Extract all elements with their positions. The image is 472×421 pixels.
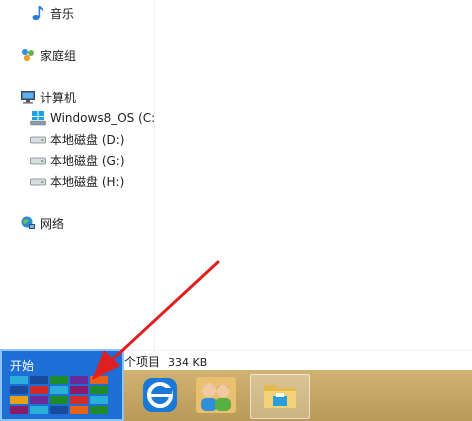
network-icon	[20, 215, 36, 231]
start-button[interactable]: 开始	[0, 349, 124, 421]
nav-label-drive-c: Windows8_OS (C:)	[50, 111, 160, 125]
hard-drive-icon	[30, 152, 46, 168]
nav-item-network[interactable]: 网络	[20, 213, 64, 233]
file-explorer-icon	[262, 379, 298, 414]
nav-item-drive-d[interactable]: 本地磁盘 (D:)	[30, 129, 124, 149]
homegroup-icon	[20, 47, 36, 63]
nav-item-homegroup[interactable]: 家庭组	[20, 45, 76, 65]
nav-item-computer[interactable]: 计算机	[20, 87, 76, 107]
status-item-count: 个项目	[124, 355, 161, 369]
nav-item-drive-c[interactable]: Windows8_OS (C:)	[30, 108, 160, 128]
nav-label-computer: 计算机	[40, 90, 77, 105]
nav-item-drive-g[interactable]: 本地磁盘 (G:)	[30, 150, 125, 170]
nav-label-drive-h: 本地磁盘 (H:)	[50, 174, 125, 189]
taskbar-people-button[interactable]	[186, 374, 246, 419]
status-text: 个项目 334 KB	[124, 353, 207, 370]
taskbar-explorer-button[interactable]	[250, 374, 310, 419]
navigation-pane: 音乐 家庭组 计算机 Windows8_OS (C:) 本地磁盘 (D:) 本地…	[0, 0, 160, 350]
status-size: 334 KB	[168, 356, 208, 369]
hard-drive-icon	[30, 131, 46, 147]
nav-label-network: 网络	[40, 216, 65, 231]
start-label: 开始	[10, 359, 35, 373]
nav-label-drive-d: 本地磁盘 (D:)	[50, 132, 125, 147]
internet-explorer-icon	[140, 375, 180, 418]
nav-item-drive-h[interactable]: 本地磁盘 (H:)	[30, 171, 124, 191]
people-icon	[194, 375, 238, 418]
nav-item-music[interactable]: 音乐	[30, 3, 74, 23]
music-note-icon	[30, 5, 46, 21]
nav-label-drive-g: 本地磁盘 (G:)	[50, 153, 125, 168]
content-pane[interactable]	[156, 0, 472, 350]
hard-drive-icon	[30, 173, 46, 189]
nav-label-music: 音乐	[50, 6, 75, 21]
taskbar-ie-button[interactable]	[130, 374, 190, 419]
windows-drive-icon	[30, 110, 46, 126]
computer-icon	[20, 89, 36, 105]
nav-label-homegroup: 家庭组	[40, 48, 77, 63]
